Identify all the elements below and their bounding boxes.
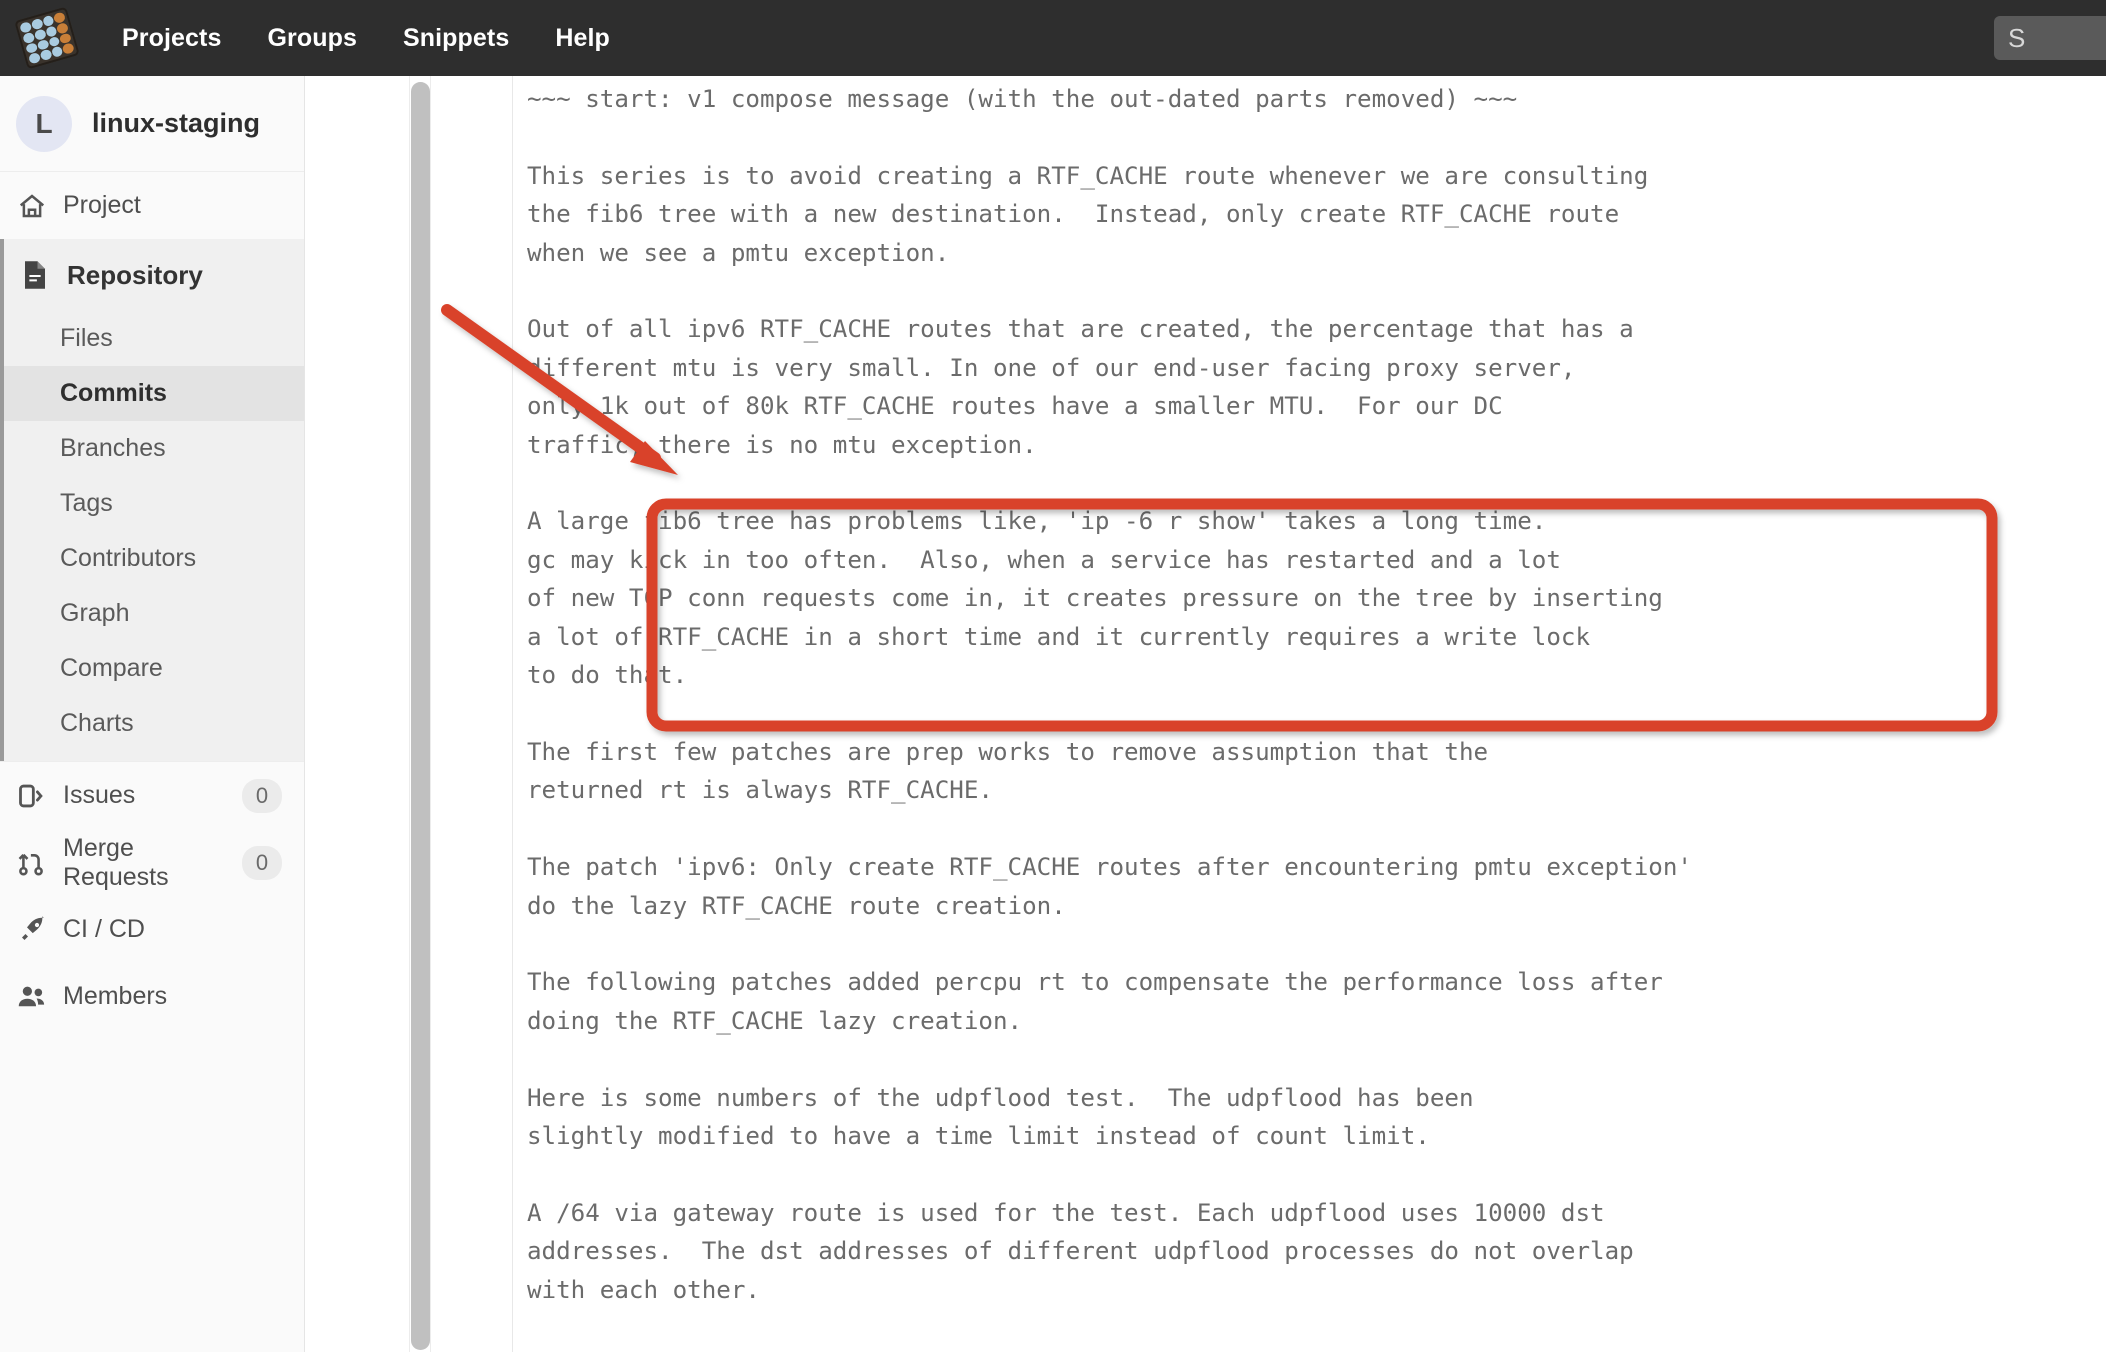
sidebar-group-repository: Repository Files Commits Branches Tags C… <box>0 239 304 761</box>
sidebar-item-branches[interactable]: Branches <box>4 421 304 476</box>
nav-link-help[interactable]: Help <box>555 24 610 53</box>
avatar: L <box>16 95 72 152</box>
nav-link-snippets[interactable]: Snippets <box>403 24 509 53</box>
status-badge: 0 <box>242 778 282 813</box>
issues-icon <box>17 782 57 810</box>
sidebar-item-label: Project <box>63 191 141 219</box>
merge-request-icon <box>17 849 57 877</box>
status-badge: 0 <box>242 845 282 880</box>
sidebar-item-repository[interactable]: Repository <box>4 239 304 311</box>
sidebar-item-merge-requests[interactable]: Merge Requests 0 <box>0 829 304 896</box>
sidebar: L linux-staging Project Repository Files… <box>0 76 305 1352</box>
sidebar-item-label: Members <box>63 982 168 1010</box>
commit-message-text: ~~~ start: v1 compose message (with the … <box>527 85 1692 1304</box>
sidebar-group-bottom: Issues 0 Merge Requests 0 CI / CD Member… <box>0 761 304 1030</box>
sidebar-item-project[interactable]: Project <box>0 172 304 239</box>
sidebar-item-commits[interactable]: Commits <box>4 366 304 421</box>
pane-gutter <box>306 76 510 1352</box>
top-navbar: Projects Groups Snippets Help S <box>0 0 2106 76</box>
sidebar-item-members[interactable]: Members <box>0 963 304 1030</box>
sidebar-item-tags[interactable]: Tags <box>4 476 304 531</box>
gitlab-tanuki-pixel-logo[interactable] <box>9 0 86 76</box>
sidebar-item-label: Issues <box>63 781 136 809</box>
sidebar-item-label: Repository <box>67 259 203 290</box>
nav-link-groups[interactable]: Groups <box>267 24 357 53</box>
sidebar-item-contributors[interactable]: Contributors <box>4 531 304 586</box>
file-doc-icon <box>21 260 61 290</box>
sidebar-item-compare[interactable]: Compare <box>4 641 304 696</box>
sidebar-item-ci-cd[interactable]: CI / CD <box>0 896 304 963</box>
people-icon <box>17 983 57 1011</box>
page-scrollbar-thumb[interactable] <box>411 82 430 1350</box>
project-header[interactable]: L linux-staging <box>0 76 304 172</box>
sidebar-item-graph[interactable]: Graph <box>4 586 304 641</box>
rocket-icon <box>17 915 57 945</box>
sidebar-item-files[interactable]: Files <box>4 311 304 366</box>
sidebar-item-issues[interactable]: Issues 0 <box>0 762 304 829</box>
search-input[interactable]: S <box>1994 16 2106 60</box>
nav-link-projects[interactable]: Projects <box>122 24 221 53</box>
commit-message-panel: ~~~ start: v1 compose message (with the … <box>512 76 2106 1352</box>
sidebar-item-charts[interactable]: Charts <box>4 696 304 751</box>
project-name: linux-staging <box>92 108 260 138</box>
primary-nav: Projects Groups Snippets Help <box>122 24 610 53</box>
sidebar-item-label: Merge Requests <box>63 833 169 891</box>
sidebar-item-label: CI / CD <box>63 915 145 943</box>
home-icon <box>17 191 57 221</box>
